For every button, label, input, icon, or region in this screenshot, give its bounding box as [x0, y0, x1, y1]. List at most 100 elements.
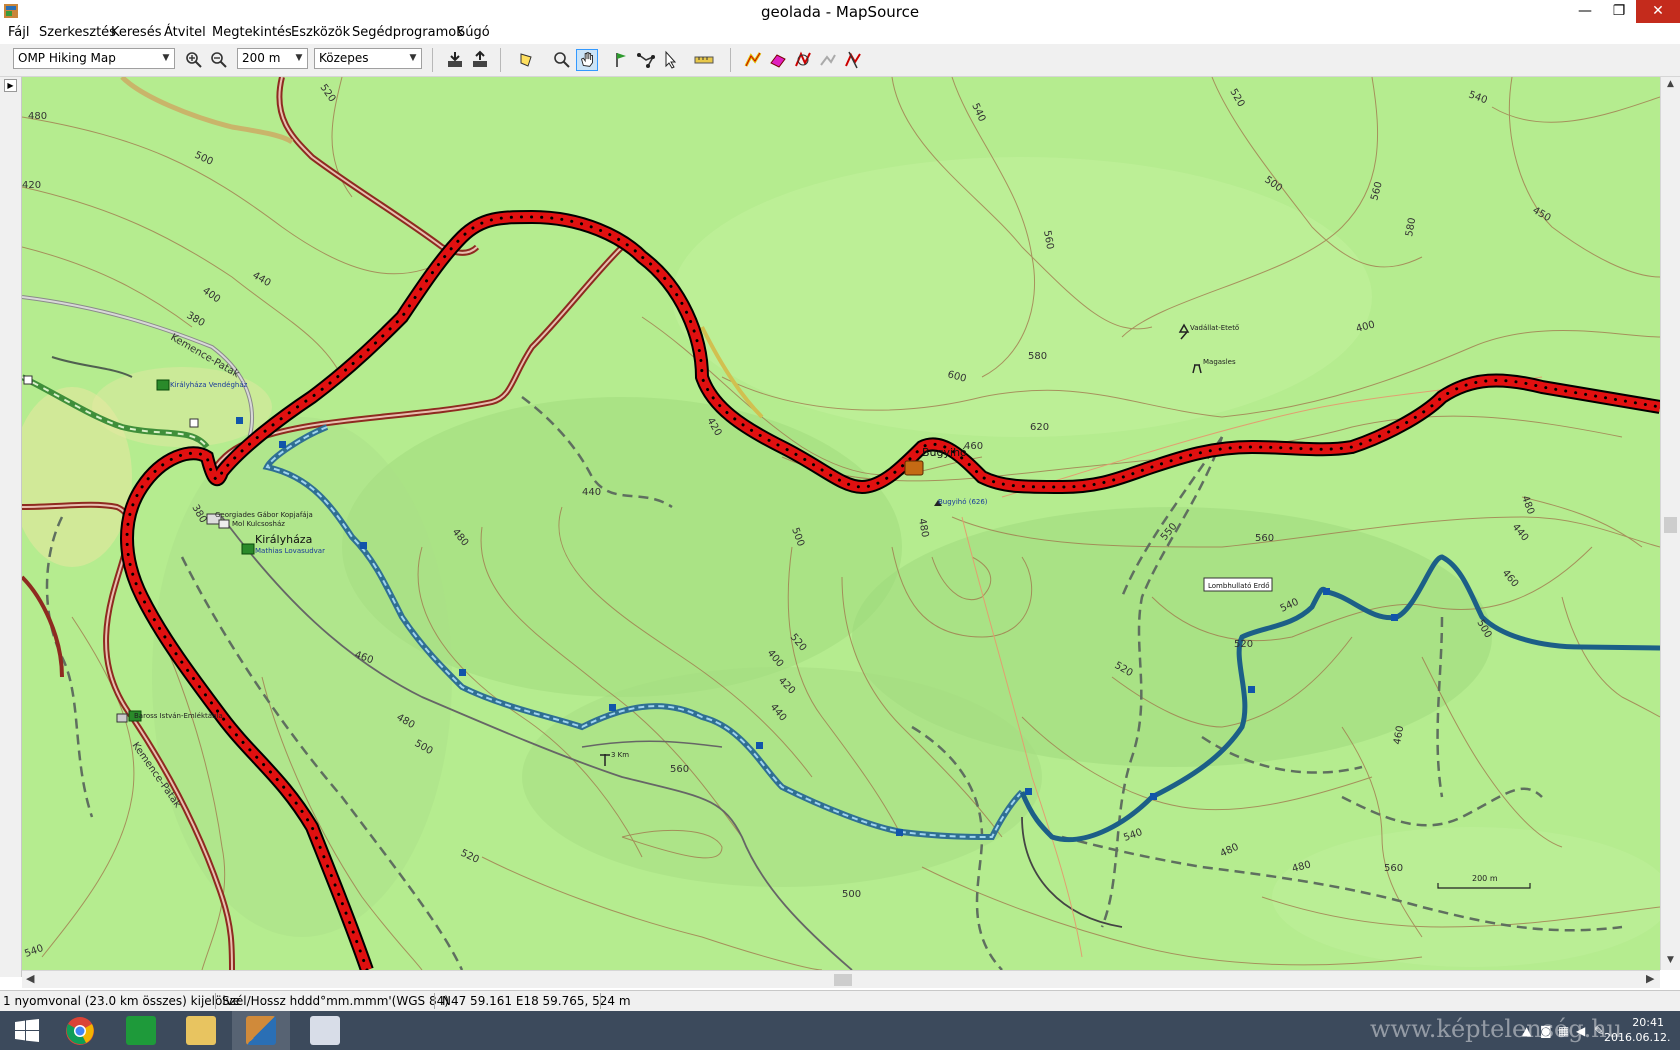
- scroll-up-icon[interactable]: ▲: [1661, 79, 1680, 89]
- taskbar-store[interactable]: [112, 1011, 170, 1050]
- taskbar-mapsource[interactable]: [232, 1011, 290, 1050]
- paint-palette-icon: [310, 1016, 340, 1045]
- scroll-right-icon[interactable]: ▶: [1646, 972, 1654, 985]
- contour-line: [1491, 96, 1660, 123]
- route-point-icon: [1323, 588, 1330, 595]
- menu-transfer[interactable]: Átvitel: [164, 25, 206, 40]
- network-icon[interactable]: ▦: [1558, 1024, 1569, 1038]
- red-trail: [278, 77, 478, 254]
- receive-from-device-icon[interactable]: [444, 49, 466, 71]
- taskbar-paint[interactable]: [296, 1011, 354, 1050]
- horizontal-scroll-thumb[interactable]: [834, 974, 852, 986]
- tray-arrow-icon[interactable]: ▲: [1522, 1024, 1531, 1038]
- detail-level-select[interactable]: Közepes ▼: [314, 48, 422, 69]
- taskbar-chrome[interactable]: [52, 1011, 110, 1050]
- menu-tools[interactable]: Eszközök: [291, 25, 350, 40]
- riding-stable-icon: [241, 543, 255, 555]
- peak-elevation-label: Bugyihó (626): [938, 498, 988, 506]
- track-erase-icon[interactable]: [767, 49, 789, 71]
- taskbar-file-explorer[interactable]: [172, 1011, 230, 1050]
- contour-label: 580: [1028, 351, 1047, 362]
- contour-label: 400: [200, 285, 222, 305]
- send-to-device-icon[interactable]: [469, 49, 491, 71]
- zoom-scale-select[interactable]: 200 m ▼: [237, 48, 308, 69]
- distance-ruler-icon[interactable]: [693, 49, 715, 71]
- chevron-down-icon: ▼: [409, 53, 417, 63]
- contour-label: 500: [1262, 174, 1284, 194]
- map-product-select[interactable]: OMP Hiking Map ▼: [13, 48, 175, 69]
- vertical-scroll-thumb[interactable]: [1664, 517, 1677, 533]
- contour-label: 620: [1030, 422, 1049, 433]
- tray-pen-icon[interactable]: ✎: [1594, 1024, 1604, 1038]
- coordinate-format: Szél/Hossz hddd°mm.mmm'(WGS 84): [222, 994, 449, 1008]
- route-point-icon: [1150, 793, 1157, 800]
- contour-label: 580: [1404, 217, 1418, 238]
- track-filter-icon[interactable]: [817, 49, 839, 71]
- contour-label: 560: [670, 764, 689, 775]
- vertical-scrollbar[interactable]: ▲ ▼: [1660, 77, 1680, 970]
- contour-label: 460: [1392, 725, 1406, 746]
- guesthouse-label: Királyháza Vendégház: [170, 381, 248, 389]
- contour-label: 480: [1519, 494, 1536, 516]
- menu-view[interactable]: Megtekintés: [212, 25, 292, 40]
- map-canvas[interactable]: 480 500 420 440 400 380 520 540 560 580 …: [22, 77, 1660, 970]
- toolbar-separator: [500, 48, 501, 72]
- expand-panel-button[interactable]: ▶: [4, 79, 17, 92]
- track-draw-icon[interactable]: [742, 49, 764, 71]
- taskbar: www.képtelenség.hu ▲ ◙ ▦ ◀ ✎ 20:41 2016.…: [0, 1011, 1680, 1050]
- route-point-icon: [756, 742, 763, 749]
- building-icon: [116, 713, 128, 723]
- contour-label: 440: [1510, 522, 1531, 544]
- contour-label: 500: [193, 150, 215, 168]
- zoom-tool-icon[interactable]: [551, 49, 573, 71]
- selection-arrow-icon[interactable]: [660, 49, 682, 71]
- contour-label: 480: [28, 111, 47, 122]
- chevron-down-icon: ▼: [162, 53, 170, 63]
- minimize-button[interactable]: —: [1568, 0, 1602, 23]
- selection-icon[interactable]: [515, 49, 537, 71]
- chevron-down-icon: ▼: [295, 53, 303, 63]
- waypoint-flag-icon[interactable]: [610, 49, 632, 71]
- pan-tool-icon[interactable]: [576, 49, 598, 71]
- horizontal-scrollbar[interactable]: ◀ ▶: [22, 970, 1660, 988]
- chrome-icon: [66, 1017, 94, 1045]
- contour-label: 480: [916, 518, 930, 539]
- route-tool-icon[interactable]: [635, 49, 657, 71]
- menu-search[interactable]: Keresés: [111, 25, 161, 40]
- menu-file[interactable]: Fájl: [8, 25, 29, 40]
- contour-label: 440: [582, 487, 601, 498]
- menu-utilities[interactable]: Segédprogramok: [352, 25, 464, 40]
- zoom-in-icon[interactable]: [183, 49, 205, 71]
- toolbar-separator: [432, 48, 433, 72]
- clock-date: 2016.06.12.: [1604, 1031, 1671, 1044]
- contour-label: 520: [318, 82, 338, 104]
- route-point-icon: [236, 417, 243, 424]
- menu-edit[interactable]: Szerkesztés: [39, 25, 116, 40]
- status-divider: [600, 993, 601, 1009]
- close-button[interactable]: ✕: [1636, 0, 1680, 23]
- contour-label: 480: [1219, 842, 1241, 860]
- route-point-icon: [1025, 788, 1032, 795]
- volume-icon[interactable]: ◀: [1576, 1024, 1585, 1038]
- guesthouse-icon: [156, 379, 170, 391]
- track-split-icon[interactable]: [842, 49, 864, 71]
- menu-help[interactable]: Súgó: [457, 25, 490, 40]
- system-clock[interactable]: 20:41 2016.06.12.: [1604, 1015, 1671, 1045]
- scroll-left-icon[interactable]: ◀: [26, 972, 34, 985]
- stable-label: Mathias Lovasudvar: [255, 547, 325, 555]
- contour-label: 440: [251, 270, 273, 289]
- geocache-chest-icon: [904, 460, 924, 476]
- map-view[interactable]: 480 500 420 440 400 380 520 540 560 580 …: [22, 77, 1660, 970]
- maximize-button[interactable]: ❐: [1602, 0, 1636, 23]
- forest-label: Lombhullató Erdő: [1208, 581, 1270, 590]
- contour-label: 540: [23, 943, 45, 960]
- start-button[interactable]: [0, 1011, 58, 1050]
- scroll-down-icon[interactable]: ▼: [1661, 955, 1680, 965]
- summit-label: Bugyihó: [922, 446, 967, 459]
- track-join-icon[interactable]: [792, 49, 814, 71]
- title-bar: geolada - MapSource — ❐ ✕: [0, 0, 1680, 23]
- zoom-scale-value: 200 m: [242, 51, 281, 65]
- zoom-out-icon[interactable]: [208, 49, 230, 71]
- yellow-trail: [120, 77, 294, 145]
- tray-camera-icon[interactable]: ◙: [1540, 1024, 1552, 1038]
